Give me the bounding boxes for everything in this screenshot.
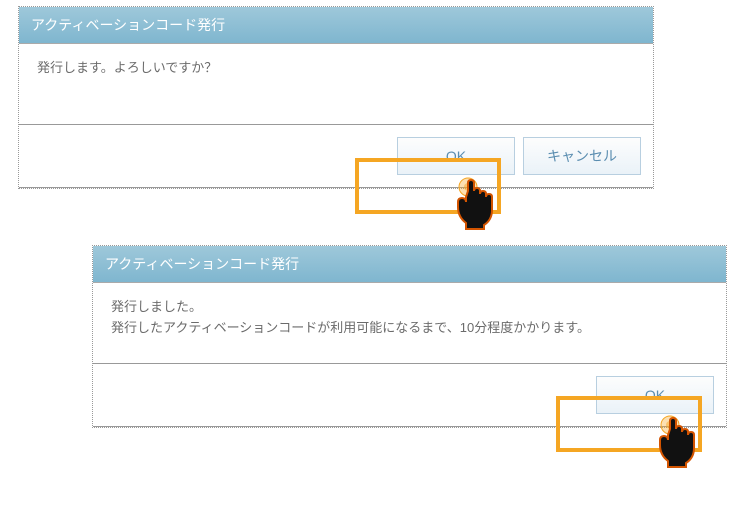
dialog-footer: OK キャンセル: [19, 124, 653, 188]
dialog-message: 発行しました。 発行したアクティベーションコードが利用可能になるまで、10分程度…: [93, 283, 726, 363]
ok-button[interactable]: OK: [397, 137, 515, 175]
dialog-title: アクティベーションコード発行: [93, 246, 726, 283]
ok-button[interactable]: OK: [596, 376, 714, 414]
dialog-message: 発行します。よろしいですか？: [19, 44, 653, 124]
dialog-footer: OK: [93, 363, 726, 427]
message-line: 発行しました。: [111, 297, 708, 318]
dialog-title: アクティベーションコード発行: [19, 7, 653, 44]
result-dialog: アクティベーションコード発行 発行しました。 発行したアクティベーションコードが…: [92, 245, 727, 428]
message-line: 発行したアクティベーションコードが利用可能になるまで、10分程度かかります。: [111, 318, 708, 339]
confirm-dialog: アクティベーションコード発行 発行します。よろしいですか？ OK キャンセル: [18, 6, 654, 189]
cancel-button[interactable]: キャンセル: [523, 137, 641, 175]
